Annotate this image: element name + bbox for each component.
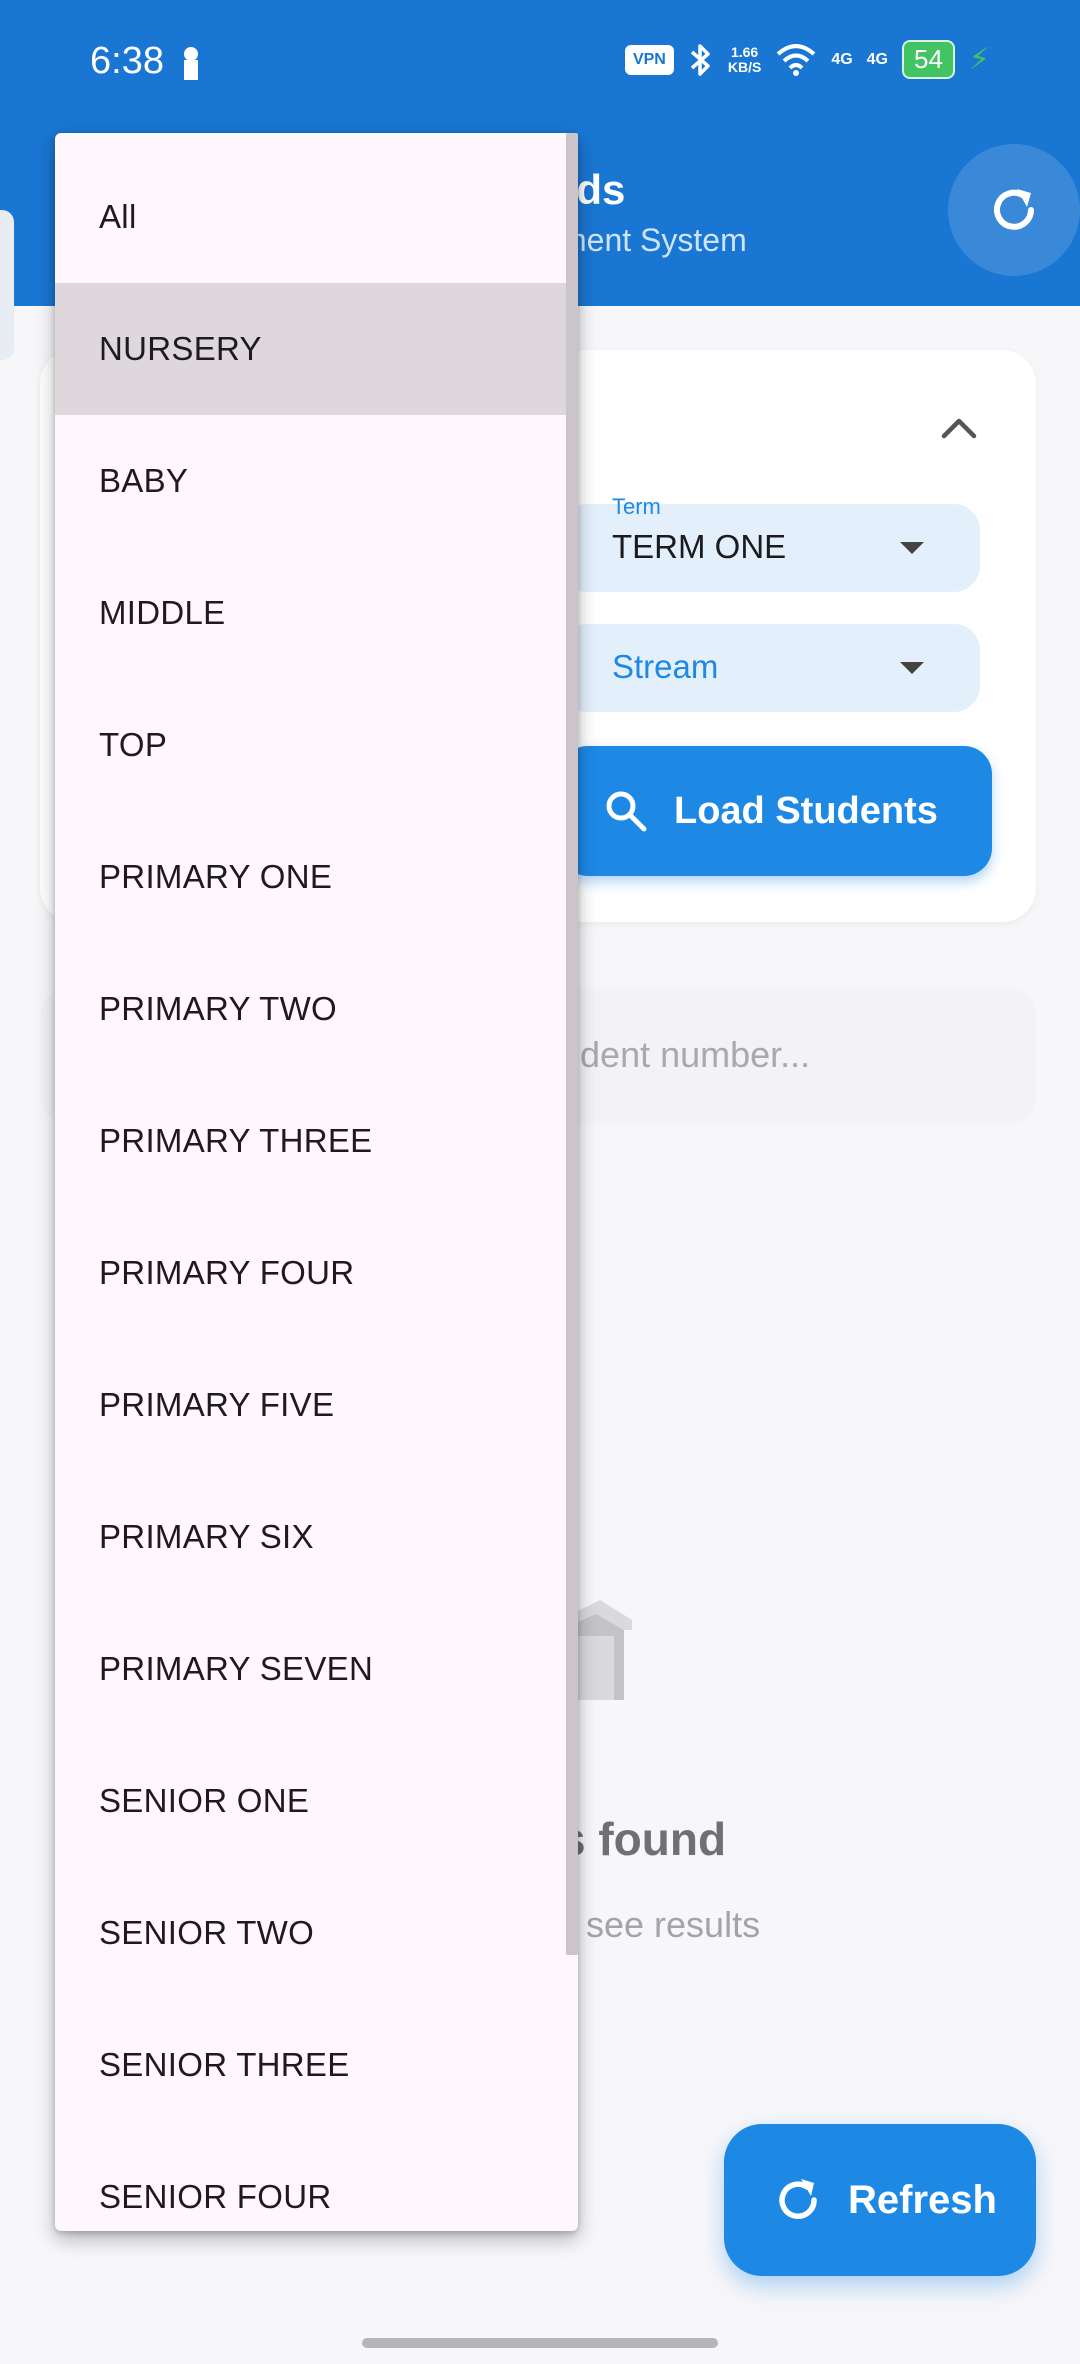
refresh-label: Refresh — [848, 2177, 997, 2222]
signal-4g-icon: 4G — [831, 50, 853, 68]
term-select[interactable]: Term TERM ONE — [560, 494, 980, 592]
menu-item-nursery[interactable]: NURSERY — [55, 283, 578, 415]
menu-item-senior-three[interactable]: SENIOR THREE — [55, 1999, 578, 2131]
search-placeholder: udent number... — [560, 1034, 811, 1075]
term-label: Term — [612, 494, 661, 519]
menu-item-senior-four[interactable]: SENIOR FOUR — [55, 2131, 578, 2231]
home-indicator[interactable] — [362, 2338, 718, 2348]
dropdown-arrow-icon — [900, 542, 924, 554]
app-subtitle: ment System — [560, 222, 747, 258]
refresh-fab[interactable]: Refresh — [724, 2124, 1036, 2276]
person-lock-icon — [184, 47, 198, 80]
search-icon — [606, 791, 647, 832]
term-value: TERM ONE — [612, 528, 787, 565]
vpn-icon: VPN — [624, 44, 674, 75]
net-speed-unit: KB/S — [727, 58, 762, 75]
battery-icon: 54 — [902, 40, 955, 79]
menu-item-primary-three[interactable]: PRIMARY THREE — [55, 1075, 578, 1207]
status-time: 6:38 — [90, 40, 164, 82]
menu-top-padding — [55, 133, 578, 151]
status-icons: VPN 1.66 KB/S 4G 4G 54 ⚡ — [624, 40, 990, 79]
menu-item-primary-six[interactable]: PRIMARY SIX — [55, 1471, 578, 1603]
menu-item-middle[interactable]: MIDDLE — [55, 547, 578, 679]
stream-placeholder: Stream — [612, 648, 719, 685]
menu-scrollbar[interactable] — [566, 133, 578, 1955]
chevron-up-icon[interactable] — [938, 412, 980, 442]
stream-select[interactable]: Stream — [560, 624, 980, 712]
drawer-edge — [0, 210, 14, 360]
menu-item-baby[interactable]: BABY — [55, 415, 578, 547]
net-speed-value: 1.66 — [730, 43, 759, 60]
net-speed: 1.66 KB/S — [727, 43, 762, 75]
menu-item-senior-one[interactable]: SENIOR ONE — [55, 1735, 578, 1867]
load-students-button[interactable]: Load Students — [560, 746, 992, 876]
menu-item-primary-two[interactable]: PRIMARY TWO — [55, 943, 578, 1075]
menu-item-primary-one[interactable]: PRIMARY ONE — [55, 811, 578, 943]
refresh-icon — [779, 2179, 817, 2219]
bluetooth-icon — [690, 43, 710, 76]
class-dropdown-menu: All NURSERY BABY MIDDLE TOP PRIMARY ONE … — [55, 133, 578, 2231]
menu-item-top[interactable]: TOP — [55, 679, 578, 811]
charging-icon: ⚡ — [968, 43, 990, 76]
empty-state-title: s found — [560, 1813, 727, 1865]
signal-4g-icon-2: 4G — [866, 50, 888, 68]
wifi-icon — [776, 43, 816, 76]
menu-item-all[interactable]: All — [55, 151, 578, 283]
menu-item-primary-four[interactable]: PRIMARY FOUR — [55, 1207, 578, 1339]
empty-state-subtitle: see results — [586, 1904, 761, 1945]
refresh-icon-button[interactable] — [948, 144, 1080, 276]
menu-item-primary-five[interactable]: PRIMARY FIVE — [55, 1339, 578, 1471]
dropdown-arrow-icon — [900, 662, 924, 674]
menu-item-primary-seven[interactable]: PRIMARY SEVEN — [55, 1603, 578, 1735]
refresh-icon — [994, 189, 1034, 230]
load-students-label: Load Students — [674, 789, 938, 832]
menu-item-senior-two[interactable]: SENIOR TWO — [55, 1867, 578, 1999]
